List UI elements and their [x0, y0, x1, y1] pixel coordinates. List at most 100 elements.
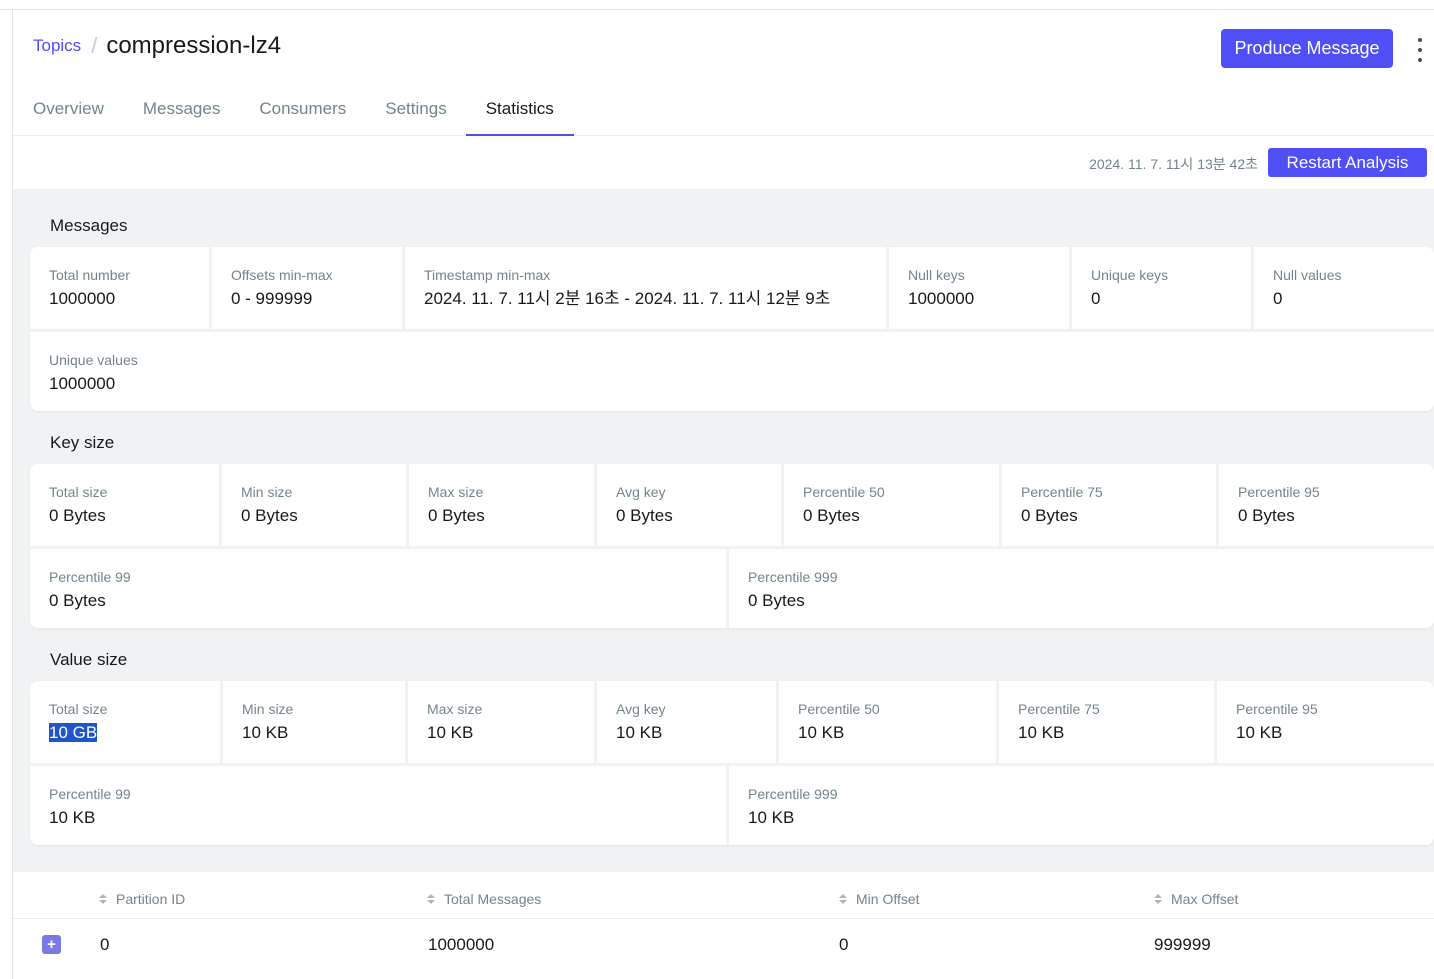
restart-analysis-button[interactable]: Restart Analysis [1268, 148, 1427, 177]
value-size-cards: Total size 10 GB Min size 10 KB Max size… [30, 681, 1434, 845]
column-header-label: Min Offset [856, 891, 920, 907]
stat-value: 0 Bytes [803, 506, 860, 525]
stat-label: Max size [428, 484, 484, 500]
tab-messages[interactable]: Messages [143, 88, 220, 136]
table-header: Partition ID Total Messages Min Offset M… [13, 872, 1434, 919]
sort-icon [839, 894, 847, 904]
value-size-section-title: Value size [50, 650, 128, 669]
stat-label: Percentile 50 [798, 701, 880, 717]
stat-offsets: Offsets min-max 0 - 999999 [212, 247, 405, 329]
column-header-min-offset[interactable]: Min Offset [839, 891, 920, 907]
value-percentile-95: Percentile 95 10 KB [1217, 681, 1434, 763]
stat-value: 10 KB [748, 808, 795, 827]
key-size-cards: Total size 0 Bytes Min size 0 Bytes Max … [30, 464, 1434, 628]
stat-value: 10 KB [427, 723, 474, 742]
column-header-partition-id[interactable]: Partition ID [99, 891, 185, 907]
value-percentile-99: Percentile 99 10 KB [30, 766, 729, 845]
stat-label: Min size [241, 484, 293, 500]
stat-label: Percentile 99 [49, 786, 131, 802]
key-percentile-50: Percentile 50 0 Bytes [784, 464, 1002, 546]
key-size-section-title: Key size [50, 433, 115, 452]
kebab-icon[interactable] [1413, 38, 1427, 62]
stat-label: Timestamp min-max [424, 267, 551, 283]
breadcrumb: Topics / compression-lz4 [33, 32, 281, 60]
key-percentile-75: Percentile 75 0 Bytes [1002, 464, 1219, 546]
stat-value: 0 Bytes [49, 506, 106, 525]
stat-value: 0 Bytes [616, 506, 673, 525]
stat-label: Avg key [616, 484, 666, 500]
column-header-label: Max Offset [1171, 891, 1239, 907]
stat-label: Min size [242, 701, 294, 717]
value-min-size: Min size 10 KB [223, 681, 408, 763]
stat-value: 2024. 11. 7. 11시 2분 16초 - 2024. 11. 7. 1… [424, 289, 831, 308]
messages-section-title: Messages [50, 216, 128, 235]
stat-value: 10 KB [242, 723, 289, 742]
stat-label: Null keys [908, 267, 965, 283]
page-header: Topics / compression-lz4 Produce Message… [13, 10, 1434, 136]
stat-label: Percentile 50 [803, 484, 885, 500]
statistics-panel: Messages Total number 1000000 Offsets mi… [13, 189, 1434, 872]
cell-partition-id: 0 [100, 935, 110, 954]
stat-null-keys: Null keys 1000000 [889, 247, 1072, 329]
stat-value-selected: 10 GB [49, 723, 98, 742]
stat-value: 0 Bytes [1238, 506, 1295, 525]
stat-label: Percentile 95 [1238, 484, 1320, 500]
stat-value: 0 Bytes [748, 591, 805, 610]
partition-table: Partition ID Total Messages Min Offset M… [13, 872, 1434, 979]
column-header-label: Partition ID [116, 891, 186, 907]
breadcrumb-topics-link[interactable]: Topics [33, 36, 81, 56]
cell-total-messages: 1000000 [428, 935, 495, 954]
stat-null-values: Null values 0 [1254, 247, 1434, 329]
value-total-size: Total size 10 GB [30, 681, 223, 763]
stat-value: 10 KB [1018, 723, 1065, 742]
stat-label: Avg key [616, 701, 666, 717]
sort-icon [1154, 894, 1162, 904]
stat-value: 0 Bytes [1021, 506, 1078, 525]
stat-value: 1000000 [49, 374, 116, 393]
produce-message-button[interactable]: Produce Message [1221, 29, 1393, 68]
key-percentile-99: Percentile 99 0 Bytes [30, 549, 729, 628]
stat-value: 0 Bytes [428, 506, 485, 525]
stat-value: 0 [1091, 289, 1101, 308]
value-max-size: Max size 10 KB [408, 681, 597, 763]
page-title: compression-lz4 [106, 32, 282, 59]
value-percentile-75: Percentile 75 10 KB [999, 681, 1217, 763]
stat-label: Percentile 999 [748, 786, 838, 802]
stat-value: 0 Bytes [49, 591, 106, 610]
stat-label: Total number [49, 267, 130, 283]
column-header-total-messages[interactable]: Total Messages [427, 891, 541, 907]
key-percentile-95: Percentile 95 0 Bytes [1219, 464, 1434, 546]
cell-min-offset: 0 [839, 935, 849, 954]
sort-icon [99, 894, 107, 904]
stat-label: Percentile 75 [1018, 701, 1100, 717]
tab-overview[interactable]: Overview [33, 88, 104, 136]
stat-label: Total size [49, 701, 108, 717]
topic-tabs: Overview Messages Consumers Settings Sta… [33, 88, 574, 136]
tab-statistics[interactable]: Statistics [465, 88, 574, 136]
cell-max-offset: 999999 [1154, 935, 1211, 954]
value-avg: Avg key 10 KB [597, 681, 779, 763]
stat-label: Unique values [49, 352, 138, 368]
column-header-max-offset[interactable]: Max Offset [1154, 891, 1238, 907]
stat-value: 10 KB [49, 808, 96, 827]
analysis-bar: 2024. 11. 7. 11시 13분 42초 Restart Analysi… [13, 136, 1434, 189]
stat-label: Percentile 95 [1236, 701, 1318, 717]
expand-row-icon[interactable]: + [42, 935, 61, 954]
tab-settings[interactable]: Settings [385, 88, 446, 136]
stat-value: 10 KB [616, 723, 663, 742]
stat-total-number: Total number 1000000 [30, 247, 212, 329]
stat-label: Total size [49, 484, 108, 500]
analysis-timestamp: 2024. 11. 7. 11시 13분 42초 [1089, 156, 1258, 172]
tab-consumers[interactable]: Consumers [259, 88, 346, 136]
stat-label: Null values [1273, 267, 1342, 283]
column-header-label: Total Messages [444, 891, 542, 907]
stat-value: 1000000 [49, 289, 116, 308]
stat-value: 1000000 [908, 289, 975, 308]
stat-unique-values: Unique values 1000000 [30, 332, 1434, 411]
stat-label: Percentile 75 [1021, 484, 1103, 500]
stat-timestamp-range: Timestamp min-max 2024. 11. 7. 11시 2분 16… [405, 247, 889, 329]
value-percentile-999: Percentile 999 10 KB [729, 766, 1434, 845]
stat-value: 0 - 999999 [231, 289, 313, 308]
key-percentile-999: Percentile 999 0 Bytes [729, 549, 1434, 628]
key-max-size: Max size 0 Bytes [409, 464, 597, 546]
